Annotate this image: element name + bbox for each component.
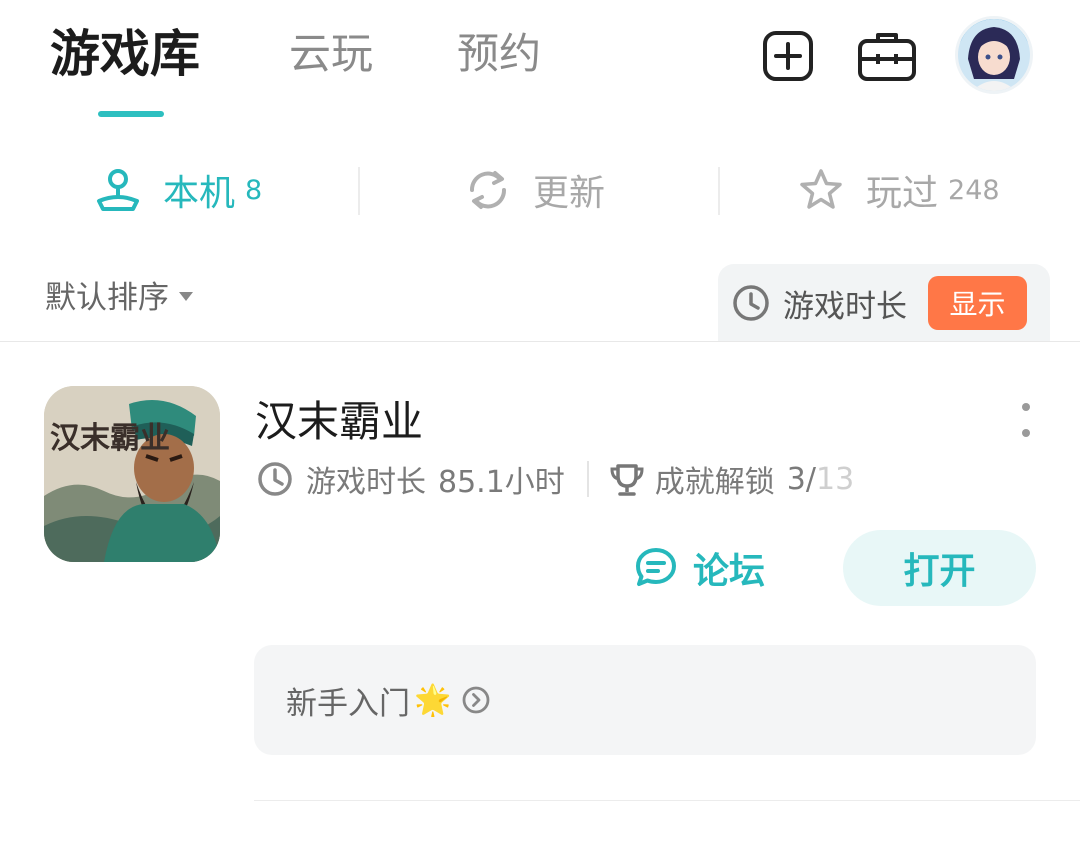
subtab-update-label: 更新 <box>533 173 606 214</box>
active-tab-indicator <box>98 111 164 117</box>
game-title[interactable]: 汉末霸业 <box>255 388 423 449</box>
caret-down-icon <box>179 292 193 301</box>
sort-dropdown[interactable]: 默认排序 <box>45 272 193 317</box>
forum-label: 论坛 <box>693 551 766 592</box>
game-icon[interactable]: 汉末霸业 <box>44 386 220 562</box>
item-divider <box>254 800 1080 801</box>
add-icon <box>763 31 813 81</box>
subtab-played-label: 玩过 <box>866 173 939 214</box>
show-playtime-button[interactable]: 显示 <box>928 276 1027 330</box>
sparkle-star-icon: 🌟 <box>414 682 452 718</box>
achievement-slash: / <box>805 461 816 497</box>
toolbox-button[interactable] <box>856 29 918 83</box>
subtab-update[interactable]: 更新 <box>465 160 605 220</box>
open-game-button[interactable]: 打开 <box>843 530 1036 606</box>
tab-reservation[interactable]: 预约 <box>457 22 541 86</box>
sort-label: 默认排序 <box>45 280 169 316</box>
playtime-meta-label: 游戏时长 <box>306 465 426 500</box>
divider <box>718 167 720 215</box>
dot <box>1022 403 1030 411</box>
refresh-icon <box>469 171 507 209</box>
forum-icon <box>636 548 676 586</box>
meta-divider <box>586 461 589 497</box>
achievement-unlocked: 3 <box>786 461 806 497</box>
joystick-icon <box>97 169 139 211</box>
achievement-label: 成就解锁 <box>654 465 775 500</box>
more-options-button[interactable] <box>1016 403 1036 437</box>
playtime-toggle: 游戏时长 显示 <box>718 264 1050 342</box>
subtab-played[interactable]: 玩过 248 <box>798 160 1000 220</box>
add-button[interactable] <box>761 29 815 83</box>
subtab-local-label: 本机 <box>163 173 236 214</box>
subtab-local[interactable]: 本机 8 <box>95 160 262 220</box>
star-icon <box>800 169 842 209</box>
beginner-guide-card[interactable]: 新手入门 🌟 <box>254 645 1036 755</box>
game-icon-text: 汉末霸业 <box>50 421 170 456</box>
avatar-image <box>958 19 1030 91</box>
game-icon-art: 汉末霸业 <box>44 386 220 562</box>
user-avatar[interactable] <box>955 16 1033 94</box>
subtab-local-count: 8 <box>245 174 263 206</box>
tab-game-library[interactable]: 游戏库 <box>50 22 200 86</box>
divider <box>358 167 360 215</box>
achievement-total: 13 <box>816 461 855 497</box>
playtime-label: 游戏时长 <box>783 288 907 325</box>
section-divider <box>0 341 1080 342</box>
tab-cloud-play[interactable]: 云玩 <box>289 22 373 86</box>
playtime-meta-value: 85.1小时 <box>438 465 565 500</box>
guide-label: 新手入门 <box>286 685 410 722</box>
forum-button[interactable]: 论坛 <box>633 538 765 598</box>
clock-icon <box>258 462 292 496</box>
dot <box>1022 429 1030 437</box>
game-meta: 游戏时长 85.1小时 成就解锁 3/13 <box>256 456 854 502</box>
subtab-played-count: 248 <box>948 174 1000 206</box>
trophy-icon <box>610 464 644 496</box>
chevron-right-circle-icon <box>462 686 490 714</box>
clock-icon <box>733 285 769 321</box>
toolbox-icon <box>858 33 916 81</box>
